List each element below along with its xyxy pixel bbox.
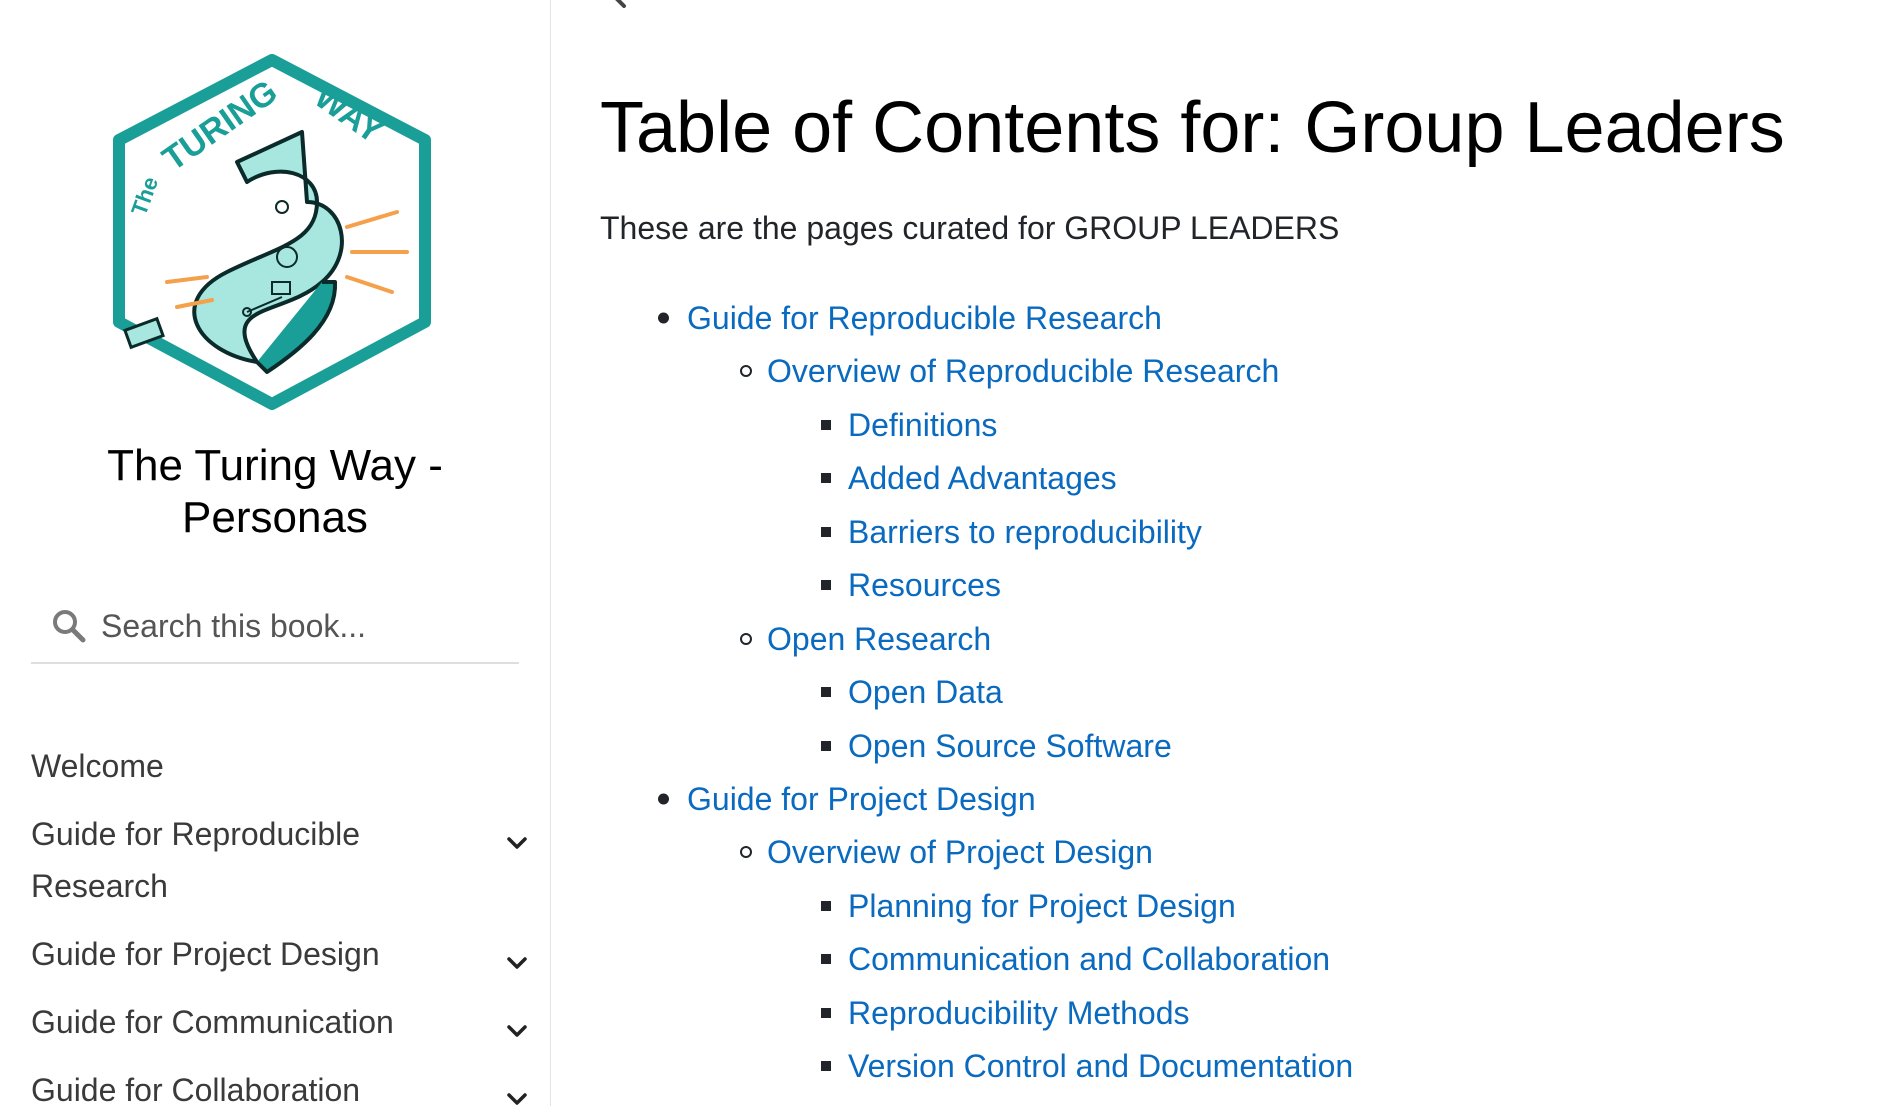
book-title[interactable]: The Turing Way - Personas [30,440,520,544]
toc-item: Overview of Project Design [740,830,1153,874]
bullet-square-icon [821,954,831,964]
sidebar-item-project-design[interactable]: Guide for Project Design [31,928,541,980]
sidebar-item-communication[interactable]: Guide for Communication [31,996,541,1048]
sidebar-item-reproducible-research[interactable]: Guide for Reproducible Research [31,808,541,912]
toc-item: Guide for Project Design [658,777,1036,821]
chevron-down-icon[interactable] [503,820,531,849]
sidebar-item-label: Guide for Reproducible Research [31,816,361,904]
toc-link[interactable]: Definitions [848,407,997,443]
toc-link[interactable]: Version Control and Documentation [848,1048,1353,1084]
bullet-circle-icon [740,633,752,645]
toc-item: Reproducibility Methods [821,991,1190,1035]
sidebar-item-label: Guide for Collaboration [31,1072,361,1106]
toc-item: Open Source Software [821,724,1172,768]
toc-item: Open Research [740,617,991,661]
toc-link[interactable]: Planning for Project Design [848,888,1236,924]
toc-item: Barriers to reproducibility [821,510,1202,554]
toc-link[interactable]: Reproducibility Methods [848,995,1190,1031]
toc-item: Resources [821,563,1001,607]
chevron-down-icon[interactable] [503,940,531,969]
toc-link[interactable]: Guide for Reproducible Research [687,300,1162,336]
bullet-square-icon [821,1008,831,1018]
bullet-square-icon [821,473,831,483]
toc-item: Planning for Project Design [821,884,1236,928]
sidebar-item-label: Welcome [31,748,164,784]
main-content: Table of Contents for: Group Leaders The… [600,0,1870,1106]
bullet-square-icon [821,420,831,430]
toc-link[interactable]: Open Source Software [848,728,1172,764]
sidebar-item-label: Guide for Project Design [31,936,380,972]
search-box[interactable] [31,600,519,664]
intro-text: These are the pages curated for GROUP LE… [600,210,1340,246]
bullet-square-icon [821,527,831,537]
bullet-disc-icon [658,793,669,805]
sidebar-item-welcome[interactable]: Welcome [31,740,541,792]
toc-link[interactable]: Open Data [848,674,1003,710]
chevron-down-icon[interactable] [503,1008,531,1037]
bullet-square-icon [821,687,831,697]
bullet-circle-icon [740,365,752,377]
toc-item: Communication and Collaboration [821,937,1330,981]
toc-item: Added Advantages [821,456,1117,500]
toc-item: Guide for Reproducible Research [658,296,1162,340]
search-icon [51,608,87,644]
bullet-square-icon [821,901,831,911]
scroll-fragment-icon [610,0,630,8]
toc-link[interactable]: Resources [848,567,1001,603]
sidebar-item-collaboration[interactable]: Guide for Collaboration [31,1064,541,1106]
bullet-square-icon [821,580,831,590]
toc-item: Open Data [821,670,1003,714]
toc-link[interactable]: Communication and Collaboration [848,941,1330,977]
search-input[interactable] [101,604,501,648]
toc-item: Overview of Reproducible Research [740,349,1279,393]
bullet-square-icon [821,741,831,751]
toc-item: Version Control and Documentation [821,1044,1353,1088]
bullet-circle-icon [740,846,752,858]
bullet-square-icon [821,1061,831,1071]
toc-link[interactable]: Guide for Project Design [687,781,1036,817]
bullet-disc-icon [658,312,669,324]
toc-link[interactable]: Open Research [767,621,991,657]
toc-link[interactable]: Overview of Project Design [767,834,1153,870]
toc-item: Definitions [821,403,997,447]
toc-link[interactable]: Added Advantages [848,460,1117,496]
sidebar: The TURING WAY The Turing Way - Personas… [0,0,551,1106]
sidebar-item-label: Guide for Communication [31,1004,394,1040]
toc-link[interactable]: Overview of Reproducible Research [767,353,1279,389]
page-title: Table of Contents for: Group Leaders [600,88,1785,168]
turing-way-logo[interactable]: The TURING WAY [107,52,437,414]
chevron-down-icon[interactable] [503,1076,531,1105]
toc-link[interactable]: Barriers to reproducibility [848,514,1202,550]
